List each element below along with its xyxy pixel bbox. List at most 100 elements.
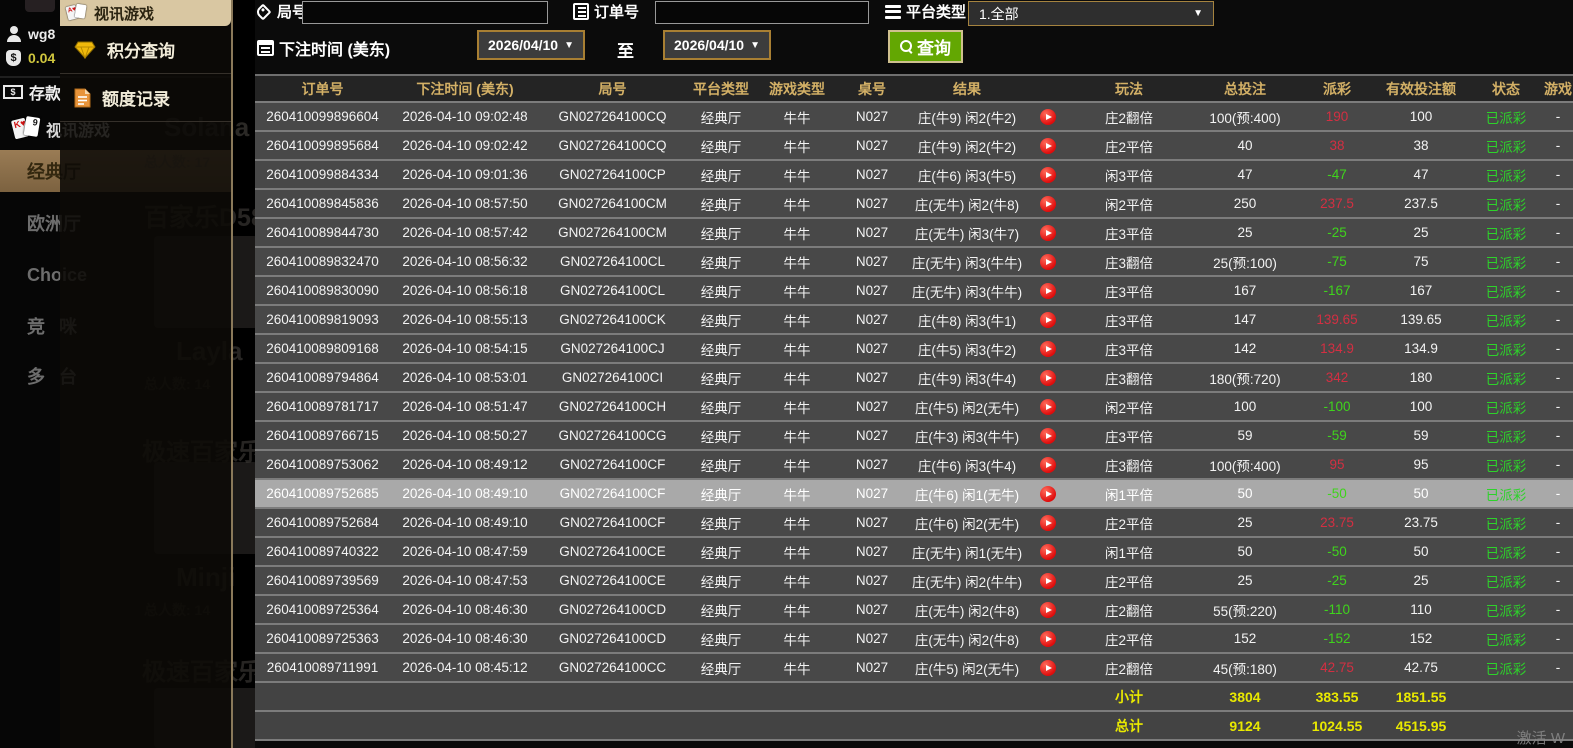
play-video-button[interactable] bbox=[1040, 341, 1056, 357]
cell-play-type: 庄2翻倍 bbox=[1069, 107, 1189, 127]
table-row[interactable]: 2604100897253632026-04-10 08:46:30GN0272… bbox=[255, 625, 1573, 654]
cell-round-no: GN027264100CF bbox=[540, 457, 685, 472]
cell-order-no: 260410089845836 bbox=[255, 196, 390, 211]
cell-game: - bbox=[1543, 457, 1573, 472]
cell-play-type: 庄3平倍 bbox=[1069, 223, 1189, 243]
flyout-item-points-query[interactable]: 积分查询 bbox=[60, 26, 231, 74]
platform-type-select[interactable]: 1.全部 ▼ bbox=[968, 1, 1214, 26]
cell-total-bet: 47 bbox=[1189, 167, 1301, 182]
table-row[interactable]: 2604100897403222026-04-10 08:47:59GN0272… bbox=[255, 538, 1573, 567]
cell-bet-time: 2026-04-10 09:02:42 bbox=[390, 138, 540, 153]
cell-table-no: N027 bbox=[837, 138, 907, 153]
column-header-platform-type: 平台类型 bbox=[685, 79, 757, 99]
cell-bet-time: 2026-04-10 08:46:30 bbox=[390, 631, 540, 646]
cell-play-type: 庄2平倍 bbox=[1069, 629, 1189, 649]
table-row[interactable]: 2604100998966042026-04-10 09:02:48GN0272… bbox=[255, 103, 1573, 132]
play-video-button[interactable] bbox=[1040, 167, 1056, 183]
column-header-total-bet: 总投注 bbox=[1189, 79, 1301, 99]
column-header-payout: 派彩 bbox=[1301, 79, 1373, 99]
table-row[interactable]: 2604100898458362026-04-10 08:57:50GN0272… bbox=[255, 190, 1573, 219]
play-video-button[interactable] bbox=[1040, 660, 1056, 676]
play-video-button[interactable] bbox=[1040, 370, 1056, 386]
cell-table-no: N027 bbox=[837, 399, 907, 414]
play-video-button[interactable] bbox=[1040, 109, 1056, 125]
cell-game-type: 牛牛 bbox=[757, 513, 837, 533]
date-to-select[interactable]: 2026/04/10 ▼ bbox=[663, 30, 771, 60]
cell-game: - bbox=[1543, 660, 1573, 675]
cell-payout: 139.65 bbox=[1301, 312, 1373, 327]
play-video-button[interactable] bbox=[1040, 428, 1056, 444]
table-row[interactable]: 2604100998843342026-04-10 09:01:36GN0272… bbox=[255, 161, 1573, 190]
cell-payout: 95 bbox=[1301, 457, 1373, 472]
table-row[interactable]: 2604100998956842026-04-10 09:02:42GN0272… bbox=[255, 132, 1573, 161]
cell-table-no: N027 bbox=[837, 631, 907, 646]
play-video-button[interactable] bbox=[1040, 225, 1056, 241]
play-video-button[interactable] bbox=[1040, 457, 1056, 473]
table-row[interactable]: 2604100897526852026-04-10 08:49:10GN0272… bbox=[255, 480, 1573, 509]
table-row[interactable]: 2604100897667152026-04-10 08:50:27GN0272… bbox=[255, 422, 1573, 451]
cell-game-type: 牛牛 bbox=[757, 571, 837, 591]
user-icon bbox=[6, 25, 22, 43]
date-to-value: 2026/04/10 bbox=[674, 37, 744, 53]
cell-bet-time: 2026-04-10 08:56:32 bbox=[390, 254, 540, 269]
table-row[interactable]: 2604100897395692026-04-10 08:47:53GN0272… bbox=[255, 567, 1573, 596]
table-row[interactable]: 2604100897119912026-04-10 08:45:12GN0272… bbox=[255, 654, 1573, 683]
table-row[interactable]: 2604100898447302026-04-10 08:57:42GN0272… bbox=[255, 219, 1573, 248]
table-row[interactable]: 2604100898091682026-04-10 08:54:15GN0272… bbox=[255, 335, 1573, 364]
cell-result: 庄(牛5) 闲2(无牛) bbox=[907, 658, 1027, 678]
play-video-button[interactable] bbox=[1040, 399, 1056, 415]
play-video-button[interactable] bbox=[1040, 486, 1056, 502]
table-row[interactable]: 2604100897948642026-04-10 08:53:01GN0272… bbox=[255, 364, 1573, 393]
table-row[interactable]: 2604100897526842026-04-10 08:49:10GN0272… bbox=[255, 509, 1573, 538]
table-row[interactable]: 2604100897253642026-04-10 08:46:30GN0272… bbox=[255, 596, 1573, 625]
flyout-item-quota-records[interactable]: 额度记录 bbox=[60, 74, 231, 122]
table-row[interactable]: 2604100898300902026-04-10 08:56:18GN0272… bbox=[255, 277, 1573, 306]
search-button[interactable]: 查询 bbox=[888, 30, 963, 63]
play-video-button[interactable] bbox=[1040, 196, 1056, 212]
cell-game: - bbox=[1543, 428, 1573, 443]
cell-play-type: 庄3翻倍 bbox=[1069, 368, 1189, 388]
round-no-input[interactable] bbox=[302, 1, 548, 24]
cell-platform-type: 经典厅 bbox=[685, 397, 757, 417]
cell-table-no: N027 bbox=[837, 370, 907, 385]
play-video-button[interactable] bbox=[1040, 544, 1056, 560]
column-header-status: 状态 bbox=[1469, 79, 1543, 99]
play-video-button[interactable] bbox=[1040, 573, 1056, 589]
date-from-select[interactable]: 2026/04/10 ▼ bbox=[477, 30, 585, 60]
cell-table-no: N027 bbox=[837, 573, 907, 588]
bet-time-filter-label: 下注时间 (美东) bbox=[257, 36, 390, 60]
table-row[interactable]: 2604100898324702026-04-10 08:56:32GN0272… bbox=[255, 248, 1573, 277]
table-row[interactable]: 2604100897817172026-04-10 08:51:47GN0272… bbox=[255, 393, 1573, 422]
table-row[interactable]: 2604100898190932026-04-10 08:55:13GN0272… bbox=[255, 306, 1573, 335]
play-video-button[interactable] bbox=[1040, 515, 1056, 531]
document-icon bbox=[74, 88, 91, 108]
cell-game-type: 牛牛 bbox=[757, 629, 837, 649]
cell-result: 庄(牛9) 闲2(牛2) bbox=[907, 136, 1027, 156]
layers-icon bbox=[885, 5, 901, 19]
cell-bet-time: 2026-04-10 08:51:47 bbox=[390, 399, 540, 414]
play-video-button[interactable] bbox=[1040, 283, 1056, 299]
order-no-input[interactable] bbox=[655, 1, 869, 24]
play-video-button[interactable] bbox=[1040, 631, 1056, 647]
subtotal-row: 小计3804383.551851.55 bbox=[255, 683, 1573, 712]
cell-order-no: 260410099896604 bbox=[255, 109, 390, 124]
table-row[interactable]: 2604100897530622026-04-10 08:49:12GN0272… bbox=[255, 451, 1573, 480]
cell-play-type: 庄2翻倍 bbox=[1069, 658, 1189, 678]
cell-valid-bet: 25 bbox=[1373, 225, 1469, 240]
play-video-button[interactable] bbox=[1040, 312, 1056, 328]
grand-total-total-bet: 9124 bbox=[1189, 718, 1301, 734]
cell-total-bet: 142 bbox=[1189, 341, 1301, 356]
cell-payout: 23.75 bbox=[1301, 515, 1373, 530]
cell-table-no: N027 bbox=[837, 196, 907, 211]
cell-play bbox=[1027, 399, 1069, 415]
play-video-button[interactable] bbox=[1040, 602, 1056, 618]
cell-round-no: GN027264100CL bbox=[540, 283, 685, 298]
cell-game: - bbox=[1543, 283, 1573, 298]
cell-total-bet: 50 bbox=[1189, 486, 1301, 501]
play-video-button[interactable] bbox=[1040, 254, 1056, 270]
cell-play bbox=[1027, 225, 1069, 241]
flyout-header-video-games[interactable]: A♥ 视讯游戏 bbox=[60, 0, 231, 26]
cell-bet-time: 2026-04-10 09:01:36 bbox=[390, 167, 540, 182]
play-video-button[interactable] bbox=[1040, 138, 1056, 154]
balance-value: 0.04 bbox=[28, 50, 55, 66]
